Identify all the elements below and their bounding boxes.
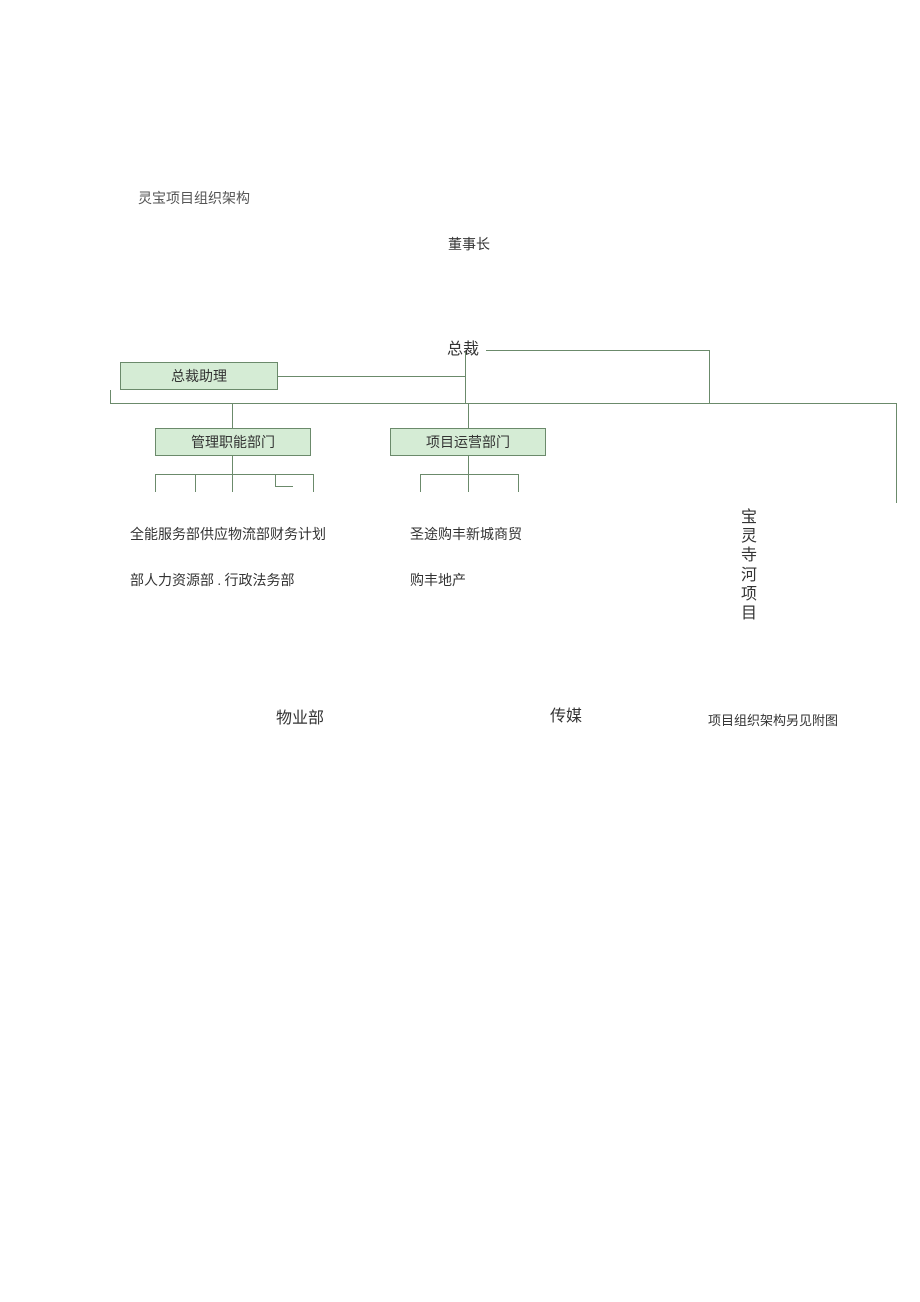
connector (110, 390, 111, 403)
connector (278, 376, 465, 377)
connector (420, 474, 518, 475)
connector (232, 403, 233, 428)
connector (468, 474, 469, 492)
mgmt-departments-line2: 部人力资源部 . 行政法务部 (130, 570, 295, 590)
mgmt-departments-line1: 全能服务部供应物流部财务计划 (130, 524, 326, 544)
connector (110, 403, 896, 404)
node-mgmt-dept: 管理职能部门 (155, 428, 311, 456)
connector (468, 456, 469, 474)
connector (232, 474, 233, 492)
connector (465, 352, 466, 390)
ops-departments-line2: 购丰地产 (410, 570, 466, 590)
connector (518, 474, 519, 492)
connector (420, 474, 421, 492)
connector (486, 350, 709, 351)
node-chairman: 董事长 (448, 234, 490, 254)
connector (195, 474, 196, 492)
node-ops-dept: 项目运营部门 (390, 428, 546, 456)
connector (275, 486, 293, 487)
project-baolingsi: 宝灵寺河项目 (740, 508, 758, 623)
connector (465, 390, 466, 403)
connector (468, 403, 469, 428)
connector (232, 456, 233, 474)
dept-property: 物业部 (276, 704, 324, 728)
ops-departments-line1: 圣途购丰新城商贸 (410, 524, 522, 544)
connector (313, 474, 314, 492)
connector (709, 350, 710, 403)
node-assistant: 总裁助理 (120, 362, 278, 390)
node-president: 总裁 (447, 335, 479, 359)
dept-media: 传媒 (550, 702, 582, 726)
page-title: 灵宝项目组织架构 (138, 188, 250, 208)
connector (155, 474, 156, 492)
connector (896, 403, 897, 503)
footnote: 项目组织架构另见附图 (708, 710, 838, 729)
connector (275, 474, 276, 486)
connector (155, 474, 313, 475)
